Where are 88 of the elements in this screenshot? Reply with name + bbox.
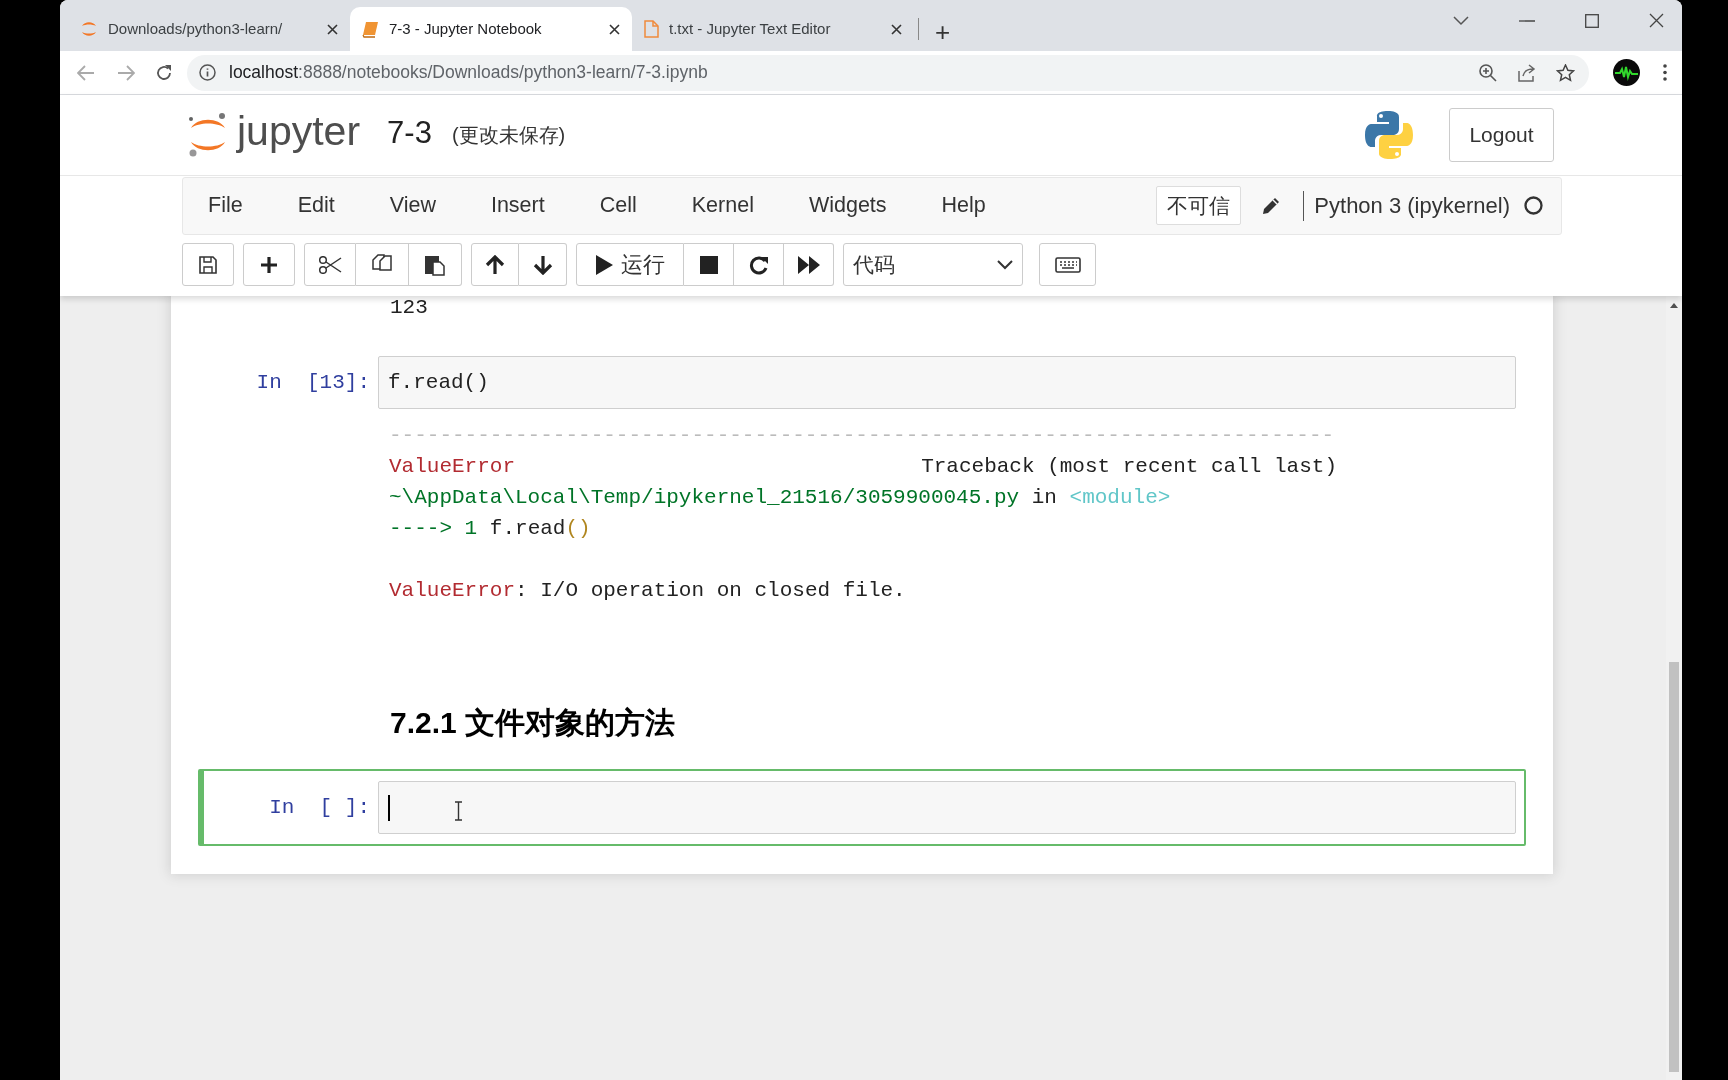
book-icon: [362, 20, 379, 38]
output-text: in: [1030, 484, 1058, 511]
menu-item[interactable]: Help: [920, 189, 1007, 222]
stop-button[interactable]: [684, 243, 734, 286]
kernel-idle-icon: [1524, 196, 1543, 215]
menu-item[interactable]: Cell: [578, 189, 658, 222]
text-caret: [388, 794, 390, 821]
share-icon[interactable]: [1517, 63, 1536, 82]
insert-cell-button[interactable]: [243, 243, 295, 286]
notebook-name[interactable]: 7-3: [387, 109, 432, 157]
menu-item[interactable]: View: [368, 189, 457, 222]
chevron-down-icon: [997, 259, 1013, 270]
line-pointer: ----> 1: [389, 515, 478, 542]
profile-avatar-icon[interactable]: [1613, 59, 1640, 86]
url-text: localhost:8888/notebooks/Downloads/python3-learn/7-3.ipynb: [229, 61, 708, 85]
keyboard-shortcuts-button[interactable]: [1039, 243, 1096, 286]
error-name: ValueError: [389, 453, 516, 480]
i-beam-cursor-icon: [454, 800, 463, 821]
close-tab-icon[interactable]: [891, 23, 902, 35]
browser-tab[interactable]: Downloads/python3-learn/: [68, 7, 350, 51]
divider-dashes: ---------------------------------------------------------------------------: [389, 422, 1335, 449]
info-icon[interactable]: [199, 64, 216, 81]
cell-type-select[interactable]: 代码: [843, 243, 1023, 286]
restart-icon: [748, 254, 769, 275]
plus-icon: [260, 255, 278, 274]
section-heading: 7.2.1 文件对象的方法: [390, 706, 676, 739]
logo-wordmark: jupyter: [237, 110, 361, 152]
jupyter-logo[interactable]: jupyter: [187, 111, 361, 159]
close-icon[interactable]: [1649, 13, 1664, 28]
minimize-icon[interactable]: [1519, 19, 1535, 22]
error-name: ValueError: [389, 577, 516, 604]
trusted-indicator[interactable]: 不可信: [1156, 185, 1242, 226]
menu-item[interactable]: File: [187, 189, 264, 222]
browser-tab[interactable]: 7-3 - Jupyter Notebook: [350, 7, 632, 51]
new-tab-button[interactable]: +: [935, 19, 951, 45]
arrow-up-icon: [485, 254, 505, 275]
file-icon: [644, 20, 659, 38]
save-icon: [199, 255, 217, 274]
cut-button[interactable]: [304, 243, 356, 286]
move-up-button[interactable]: [471, 243, 519, 286]
play-icon: [595, 254, 613, 275]
star-icon[interactable]: [1556, 63, 1575, 82]
output-text: f.read: [488, 515, 566, 542]
menu-item[interactable]: Widgets: [787, 189, 908, 222]
close-tab-icon[interactable]: [327, 23, 338, 35]
logout-button[interactable]: Logout: [1449, 108, 1554, 162]
pencil-icon[interactable]: [1261, 195, 1282, 216]
input-prompt: In [13]:: [255, 369, 371, 396]
fast-forward-icon: [797, 255, 820, 274]
code-input[interactable]: [378, 781, 1516, 834]
paste-icon: [424, 253, 446, 276]
close-tab-icon[interactable]: [609, 23, 620, 35]
address-bar[interactable]: localhost:8888/notebooks/Downloads/python3-learn/7-3.ipynb: [187, 54, 1589, 91]
code-cell[interactable]: In [ ]:: [198, 769, 1526, 846]
arrow-down-icon: [532, 254, 553, 275]
menu-item[interactable]: Edit: [276, 189, 356, 222]
scrollbar-thumb[interactable]: [1669, 662, 1679, 1072]
input-prompt: In [ ]:: [268, 794, 371, 821]
save-status: (更改未保存): [451, 123, 566, 148]
run-button[interactable]: 运行: [576, 243, 684, 286]
restart-button[interactable]: [734, 243, 784, 286]
output-text: 123: [390, 296, 428, 320]
reload-icon[interactable]: [155, 63, 173, 82]
menu-item[interactable]: Insert: [469, 189, 566, 222]
maximize-icon[interactable]: [1585, 13, 1599, 28]
copy-button[interactable]: [356, 243, 409, 286]
stop-icon: [699, 255, 718, 274]
traceback-header: Traceback (most recent call last): [921, 453, 1337, 480]
run-all-button[interactable]: [784, 243, 834, 286]
code-text: f.read(): [388, 369, 489, 396]
paste-button[interactable]: [409, 243, 462, 286]
output-text: (): [565, 515, 591, 542]
module-name: <module>: [1069, 484, 1171, 511]
save-button[interactable]: [182, 243, 234, 286]
zoom-icon[interactable]: [1479, 63, 1497, 82]
python-logo-icon: [1364, 110, 1414, 160]
move-down-button[interactable]: [519, 243, 567, 286]
menu-item[interactable]: Kernel: [670, 189, 775, 222]
browser-tab[interactable]: t.txt - Jupyter Text Editor: [632, 7, 914, 51]
output-text: : I/O operation on closed file.: [515, 577, 906, 604]
scroll-up-icon[interactable]: [1670, 303, 1678, 308]
code-input[interactable]: f.read(): [378, 356, 1516, 409]
more-menu-icon[interactable]: [1663, 64, 1667, 81]
keyboard-icon: [1054, 256, 1081, 273]
scissors-icon: [318, 255, 342, 274]
file-path: ~\AppData\Local\Temp/ipykernel_21516/3059900045.py: [389, 484, 1020, 511]
kernel-name[interactable]: Python 3 (ipykernel): [1314, 189, 1510, 222]
chevron-down-icon[interactable]: [1453, 15, 1469, 26]
